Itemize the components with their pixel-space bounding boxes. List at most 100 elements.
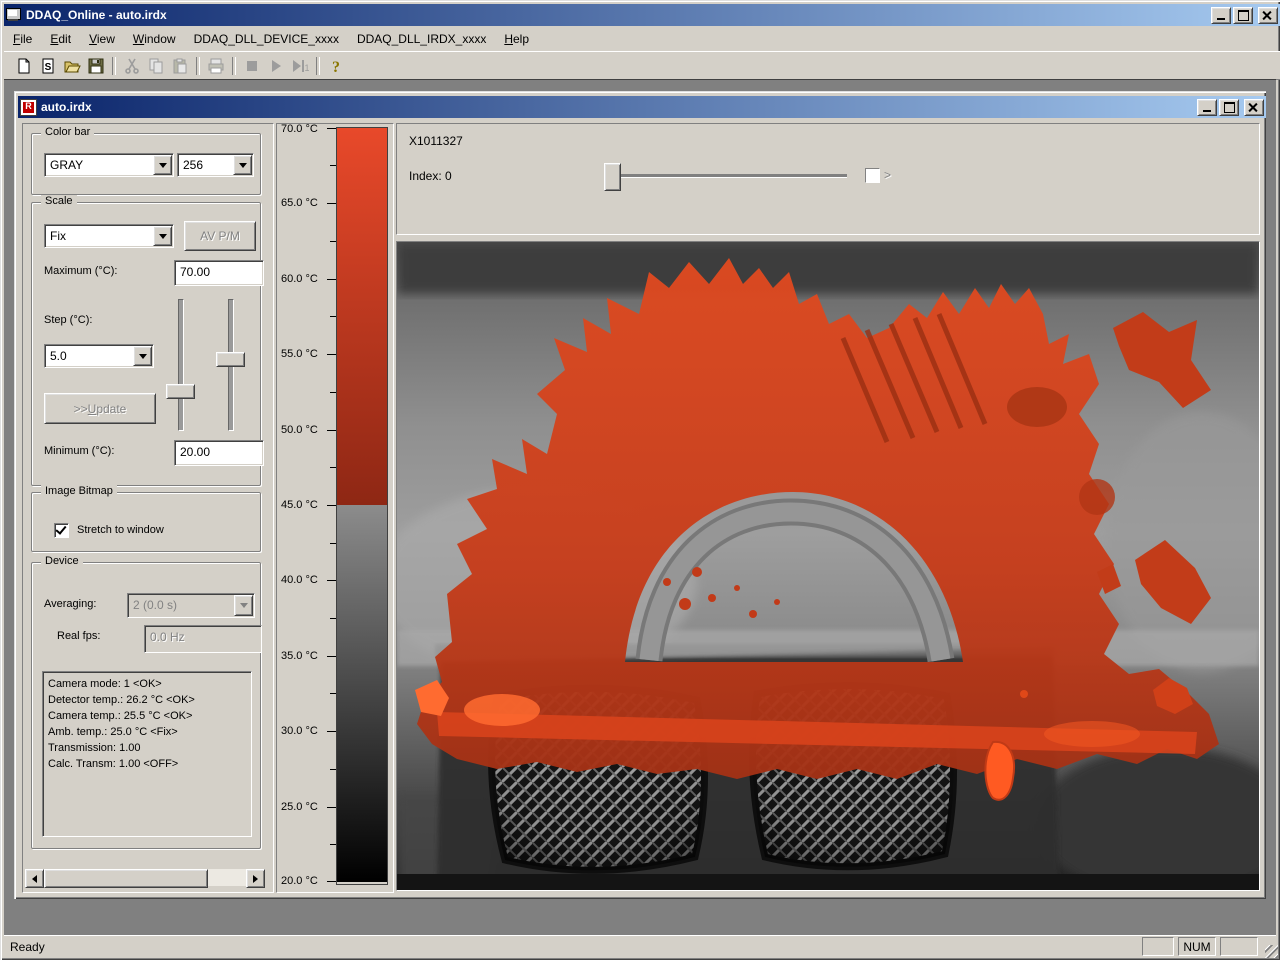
min-slider-thumb[interactable] [216,352,245,367]
palette-combobox[interactable]: GRAY [44,153,174,177]
new-irdx-document-icon[interactable]: S [36,54,60,77]
averaging-dropdown-button[interactable] [234,595,253,616]
device-status-line: Detector temp.: 26.2 °C <OK> [48,694,195,706]
paste-icon[interactable] [168,54,192,77]
toolbar-separator [196,56,200,75]
menu-help[interactable]: Help [495,29,538,49]
color-scale-red-segment [337,128,387,505]
scale-tick-label: 55.0 °C [281,348,318,360]
thermal-image[interactable] [377,242,1280,897]
color-scale-panel: 70.0 °C 65.0 °C 60.0 °C 55.0 °C 50.0 °C … [276,123,394,893]
index-label: Index: 0 [409,169,452,183]
document-title: auto.irdx [41,100,92,114]
maximize-button[interactable] [1233,6,1253,24]
scrollbar-left-button[interactable] [25,869,44,888]
levels-combobox[interactable]: 256 [177,153,254,177]
averaging-combobox[interactable]: 2 (0.0 s) [127,593,255,618]
palette-dropdown-button[interactable] [153,155,172,175]
panel-scrollbar[interactable] [25,869,265,888]
document-icon: R [20,98,37,116]
play-sequence-checkbox[interactable] [865,168,880,183]
mdi-client-area: R auto.irdx Color bar GRAY 256 Scale Fix… [4,79,1280,935]
update-button[interactable]: >> Update [44,393,156,424]
step-one-icon[interactable]: 1 [288,54,312,77]
real-fps-label: Real fps: [57,630,101,642]
doc-minimize-button[interactable] [1197,98,1217,116]
main-titlebar[interactable]: DDAQ_Online - auto.irdx [4,4,1280,26]
stretch-to-window-checkbox[interactable] [54,523,69,538]
scrollbar-thumb[interactable] [44,869,208,888]
doc-close-button[interactable] [1244,98,1264,116]
device-status-box[interactable]: Camera mode: 1 <OK> Detector temp.: 26.2… [42,671,252,837]
doc-maximize-button[interactable] [1219,98,1239,116]
status-message: Ready [10,939,45,954]
device-status-line: Calc. Transm: 1.00 <OFF> [48,758,179,770]
index-slider-thumb[interactable] [604,163,621,191]
step-dropdown-button[interactable] [133,346,152,366]
svg-text:?: ? [332,59,340,74]
color-scale-bar [336,127,388,885]
play-icon[interactable] [264,54,288,77]
max-slider-track[interactable] [178,299,184,431]
device-group: Device Averaging: 2 (0.0 s) Real fps: 0.… [31,555,262,849]
status-pane-num: NUM [1178,937,1216,956]
averaging-value: 2 (0.0 s) [133,598,178,612]
device-status-line: Amb. temp.: 25.0 °C <Fix> [48,726,178,738]
index-slider-track[interactable] [611,174,847,178]
svg-text:S: S [45,62,52,73]
help-icon[interactable]: ? [324,54,348,77]
scale-tick-label: 30.0 °C [281,725,318,737]
scale-mode-combobox[interactable]: Fix [44,224,174,248]
open-folder-icon[interactable] [60,54,84,77]
next-glyph: > [884,168,892,182]
cut-icon[interactable] [120,54,144,77]
toolbar-separator [112,56,116,75]
menu-ddaq-dll-irdx[interactable]: DDAQ_DLL_IRDX_xxxx [348,29,495,49]
colorbar-group-legend: Color bar [41,126,95,138]
svg-text:1: 1 [304,63,309,73]
scale-tick-label: 20.0 °C [281,875,318,887]
stop-icon[interactable] [240,54,264,77]
step-combobox[interactable]: 5.0 [44,344,154,368]
print-icon[interactable] [204,54,228,77]
menu-edit[interactable]: Edit [41,29,80,49]
minimize-button[interactable] [1211,6,1231,24]
toolbar-separator [316,56,320,75]
minimum-label: Minimum (°C): [44,445,115,457]
color-scale-gray-segment [337,505,387,882]
resize-grip[interactable] [1265,945,1278,958]
palette-value: GRAY [50,158,84,172]
scrollbar-right-button[interactable] [246,869,265,888]
scale-group: Scale Fix AV P/M Maximum (°C): 70.00 Ste… [31,195,264,486]
menu-window[interactable]: Window [124,29,185,49]
menubar: File Edit View Window DDAQ_DLL_DEVICE_xx… [4,28,1276,50]
document-titlebar[interactable]: R auto.irdx [18,96,1266,118]
real-fps-field: 0.0 Hz [144,625,262,653]
document-window: R auto.irdx Color bar GRAY 256 Scale Fix… [14,91,1280,899]
scale-group-legend: Scale [41,195,77,207]
control-panel: Color bar GRAY 256 Scale Fix AV P/M Maxi… [22,123,274,893]
statusbar: Ready NUM [4,935,1276,957]
menu-view[interactable]: View [80,29,124,49]
levels-dropdown-button[interactable] [233,155,252,175]
avpm-button[interactable]: AV P/M [184,221,256,251]
max-slider-thumb[interactable] [166,384,195,399]
menu-file[interactable]: File [4,29,41,49]
save-floppy-icon[interactable] [84,54,108,77]
scale-tick-label: 65.0 °C [281,197,318,209]
menu-ddaq-dll-device[interactable]: DDAQ_DLL_DEVICE_xxxx [185,29,348,49]
scale-mode-dropdown-button[interactable] [153,226,172,246]
copy-icon[interactable] [144,54,168,77]
status-pane-empty [1142,937,1174,956]
maximum-label: Maximum (°C): [44,265,118,277]
scrollbar-track[interactable] [208,869,246,886]
step-label: Step (°C): [44,314,93,326]
device-status-line: Transmission: 1.00 [48,742,141,754]
scale-tick-label: 35.0 °C [281,650,318,662]
app-icon [6,8,22,22]
close-button[interactable] [1258,6,1278,24]
new-document-icon[interactable] [12,54,36,77]
maximum-input[interactable]: 70.00 [174,260,264,286]
minimum-input[interactable]: 20.00 [174,440,264,466]
scale-tick-label: 50.0 °C [281,424,318,436]
